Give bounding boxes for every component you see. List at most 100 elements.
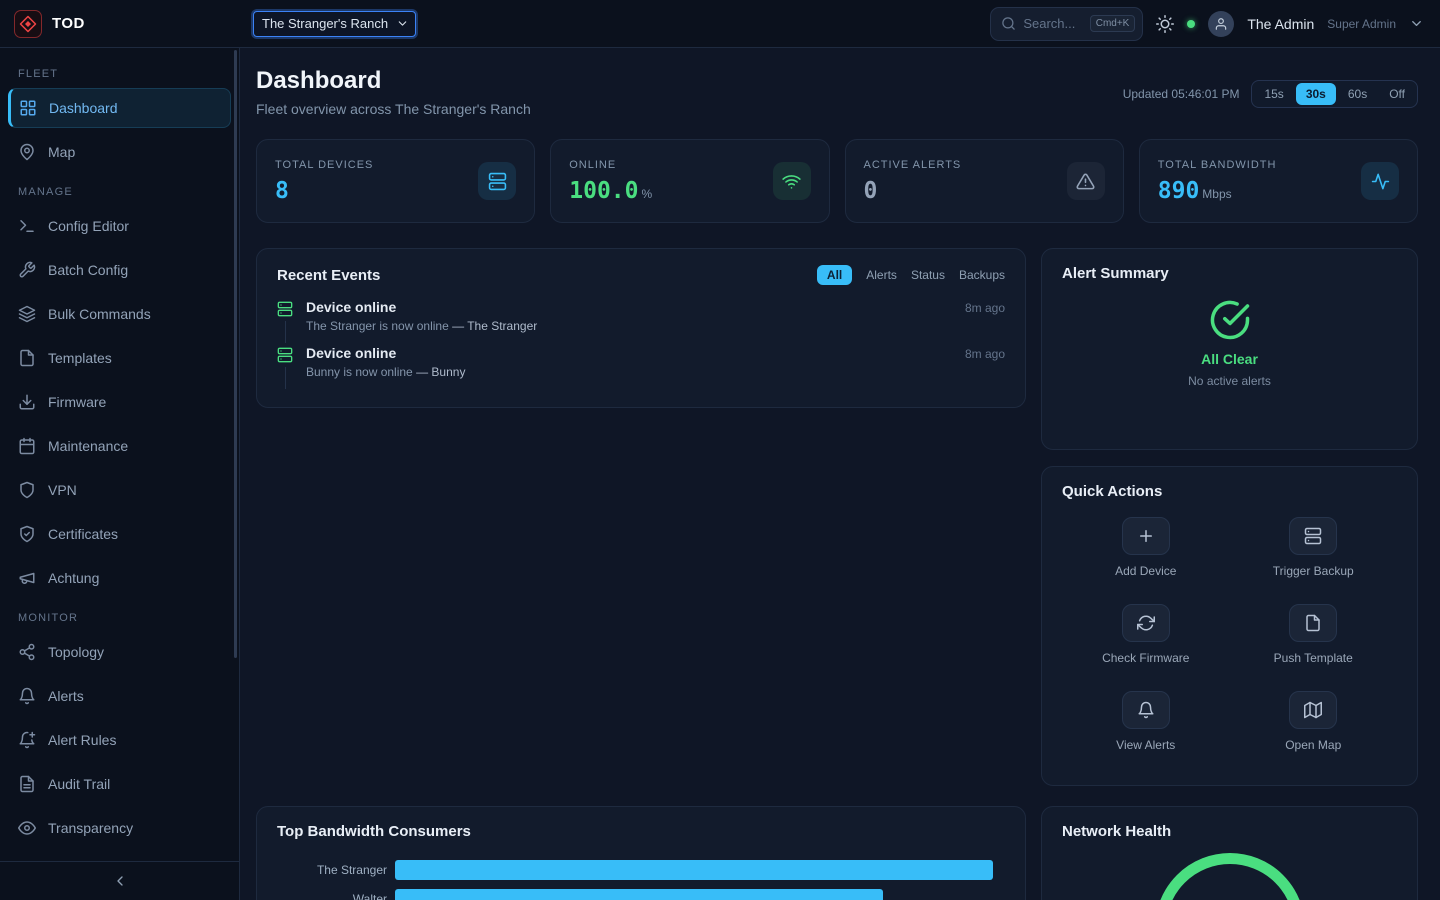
search-input[interactable]: Search... Cmd+K <box>990 7 1143 41</box>
wrench-icon <box>18 261 36 279</box>
sidebar-item-label: Dashboard <box>49 100 118 116</box>
sidebar-item-config-editor[interactable]: Config Editor <box>8 206 231 246</box>
sidebar-collapse-button[interactable] <box>0 861 239 900</box>
search-placeholder: Search... <box>1023 16 1082 31</box>
event-row[interactable]: Device online 8m ago Bunny is now online… <box>277 345 1005 391</box>
file-icon <box>1289 604 1337 642</box>
sidebar-item-label: Batch Config <box>48 262 128 278</box>
sidebar-item-firmware[interactable]: Firmware <box>8 382 231 422</box>
event-time: 8m ago <box>965 347 1005 361</box>
search-icon <box>1001 16 1016 31</box>
download-icon <box>18 393 36 411</box>
network-health-ring <box>1155 853 1305 900</box>
bar-row: The Stranger <box>277 855 1005 884</box>
event-filters: All Alerts Status Backups <box>817 265 1005 285</box>
network-health-card: Network Health <box>1041 806 1418 900</box>
map-pin-icon <box>18 143 36 161</box>
check-circle-icon <box>1209 299 1251 341</box>
stats-row: TOTAL DEVICES 8 ONLINE 100.0% ACTIVE ALE… <box>256 139 1418 223</box>
sidebar-item-map[interactable]: Map <box>8 132 231 172</box>
filter-all[interactable]: All <box>817 265 852 285</box>
stat-label: ONLINE <box>569 159 652 171</box>
dashboard-grid-icon <box>19 99 37 117</box>
sidebar-item-label: Templates <box>48 350 112 366</box>
bar-row: Walter <box>277 884 1005 900</box>
topbar: TOD The Stranger's Ranch Search... Cmd+K… <box>0 0 1440 48</box>
search-shortcut-badge: Cmd+K <box>1090 15 1136 32</box>
filter-status[interactable]: Status <box>911 268 945 282</box>
sidebar-item-topology[interactable]: Topology <box>8 632 231 672</box>
sidebar-section-manage: MANAGE <box>8 186 231 198</box>
connection-status-dot <box>1187 20 1195 28</box>
event-row[interactable]: Device online 8m ago The Stranger is now… <box>277 299 1005 345</box>
quick-actions-title: Quick Actions <box>1062 483 1162 500</box>
stat-card-total-bandwidth: TOTAL BANDWIDTH 890Mbps <box>1139 139 1418 223</box>
avatar[interactable] <box>1208 11 1234 37</box>
add-device-button[interactable]: Add Device <box>1115 517 1176 578</box>
event-title: Device online <box>306 299 396 315</box>
sidebar-item-vpn[interactable]: VPN <box>8 470 231 510</box>
sidebar-item-label: VPN <box>48 482 77 498</box>
network-health-title: Network Health <box>1062 823 1171 840</box>
event-description: The Stranger is now online — The Strange… <box>306 319 1005 333</box>
activity-icon <box>1361 162 1399 200</box>
push-template-button[interactable]: Push Template <box>1274 604 1353 665</box>
bell-icon <box>1122 691 1170 729</box>
sidebar-item-label: Alert Rules <box>48 732 116 748</box>
page-title: Dashboard <box>256 66 531 96</box>
layers-icon <box>18 305 36 323</box>
sidebar-item-achtung[interactable]: Achtung <box>8 558 231 598</box>
sidebar-item-certificates[interactable]: Certificates <box>8 514 231 554</box>
alert-triangle-icon <box>1067 162 1105 200</box>
shield-check-icon <box>18 525 36 543</box>
user-menu-chevron-icon[interactable] <box>1409 16 1424 31</box>
bar-label: Walter <box>277 892 387 900</box>
user-name: The Admin <box>1247 16 1314 32</box>
sidebar-item-templates[interactable]: Templates <box>8 338 231 378</box>
sidebar-item-label: Audit Trail <box>48 776 110 792</box>
filter-alerts[interactable]: Alerts <box>866 268 897 282</box>
topbar-right: Search... Cmd+K The Admin Super Admin <box>990 7 1440 41</box>
event-title: Device online <box>306 345 396 361</box>
timeline-connector <box>285 367 286 389</box>
fleet-selector[interactable]: The Stranger's Ranch <box>253 11 416 37</box>
eye-icon <box>18 819 36 837</box>
view-alerts-button[interactable]: View Alerts <box>1116 691 1175 752</box>
sidebar-item-dashboard[interactable]: Dashboard <box>8 88 231 128</box>
sidebar-item-label: Maintenance <box>48 438 128 454</box>
sidebar-item-alert-rules[interactable]: Alert Rules <box>8 720 231 760</box>
megaphone-icon <box>18 569 36 587</box>
user-role: Super Admin <box>1327 17 1396 31</box>
sidebar-item-audit-trail[interactable]: Audit Trail <box>8 764 231 804</box>
trigger-backup-button[interactable]: Trigger Backup <box>1273 517 1354 578</box>
stat-label: ACTIVE ALERTS <box>864 159 962 171</box>
refresh-option-30s[interactable]: 30s <box>1296 83 1336 105</box>
fleet-selector-value: The Stranger's Ranch <box>262 16 388 31</box>
server-icon <box>478 162 516 200</box>
sidebar-item-label: Transparency <box>48 820 133 836</box>
user-icon <box>1214 17 1228 31</box>
filter-backups[interactable]: Backups <box>959 268 1005 282</box>
sidebar-item-bulk-commands[interactable]: Bulk Commands <box>8 294 231 334</box>
map-icon <box>1289 691 1337 729</box>
sidebar-item-label: Achtung <box>48 570 99 586</box>
sidebar-item-transparency[interactable]: Transparency <box>8 808 231 848</box>
alert-summary-title: Alert Summary <box>1062 265 1169 282</box>
open-map-button[interactable]: Open Map <box>1285 691 1341 752</box>
stat-value: 0 <box>864 178 878 204</box>
stat-suffix: Mbps <box>1202 187 1231 201</box>
sidebar-item-maintenance[interactable]: Maintenance <box>8 426 231 466</box>
sidebar-item-label: Alerts <box>48 688 84 704</box>
chevron-down-icon <box>396 17 409 30</box>
sidebar-item-alerts[interactable]: Alerts <box>8 676 231 716</box>
refresh-option-15s[interactable]: 15s <box>1254 83 1293 105</box>
sidebar-scrollbar[interactable] <box>234 50 237 658</box>
refresh-option-60s[interactable]: 60s <box>1338 83 1377 105</box>
theme-toggle-button[interactable] <box>1156 15 1174 33</box>
refresh-option-off[interactable]: Off <box>1379 83 1415 105</box>
stat-value: 890 <box>1158 178 1200 204</box>
check-firmware-button[interactable]: Check Firmware <box>1102 604 1189 665</box>
sidebar-item-label: Firmware <box>48 394 106 410</box>
sidebar-item-batch-config[interactable]: Batch Config <box>8 250 231 290</box>
quick-actions-card: Quick Actions Add Device Trigger Backup … <box>1041 466 1418 786</box>
